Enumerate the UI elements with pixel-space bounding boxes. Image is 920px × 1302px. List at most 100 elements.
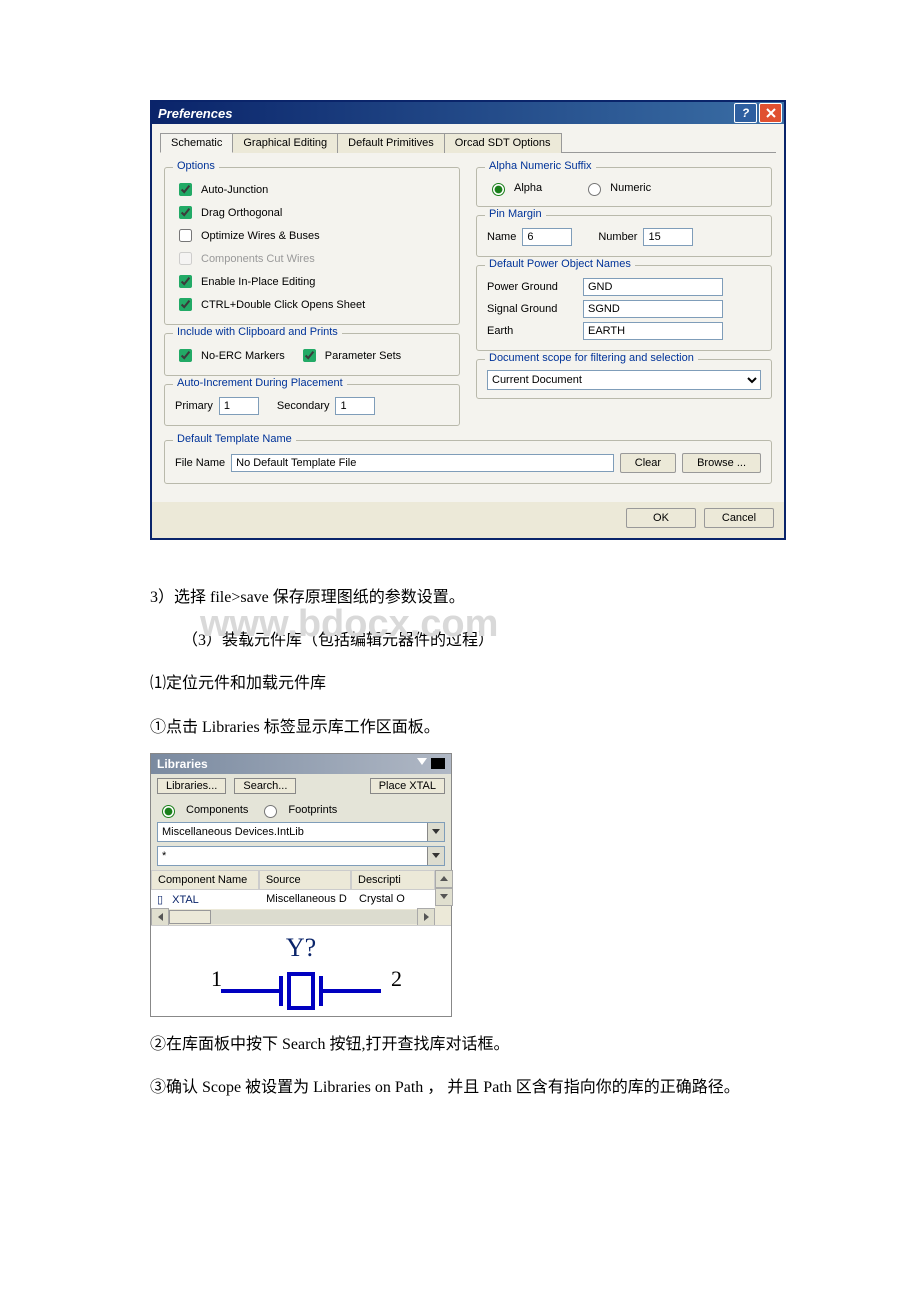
pin-margin-legend: Pin Margin <box>485 208 546 220</box>
libraries-titlebar[interactable]: Libraries <box>151 754 451 774</box>
group-pin-margin: Pin Margin Name Number <box>476 215 772 257</box>
pin-name-input[interactable] <box>522 228 572 246</box>
components-radio[interactable] <box>162 805 175 818</box>
filter-value: * <box>162 850 166 862</box>
earth-input[interactable] <box>583 322 723 340</box>
preview-pin1: 1 <box>211 966 222 991</box>
close-icon <box>766 108 776 118</box>
filename-input[interactable] <box>231 454 614 472</box>
place-button[interactable]: Place XTAL <box>370 778 445 794</box>
auto-junction-checkbox[interactable] <box>179 183 192 196</box>
footprints-radio[interactable] <box>264 805 277 818</box>
doc-line-1: 3）选择 file>save 保存原理图纸的参数设置。 <box>150 580 770 615</box>
doc-line-4: ①点击 Libraries 标签显示库工作区面板。 <box>150 710 770 745</box>
power-ground-input[interactable] <box>583 278 723 296</box>
vertical-scrollbar[interactable] <box>435 870 451 925</box>
group-alpha-numeric: Alpha Numeric Suffix Alpha Numeric <box>476 167 772 207</box>
param-sets-checkbox[interactable] <box>303 349 316 362</box>
tab-orcad-sdt-options[interactable]: Orcad SDT Options <box>444 133 562 153</box>
secondary-label: Secondary <box>277 400 330 412</box>
primary-input[interactable] <box>219 397 259 415</box>
pin-icon[interactable] <box>431 758 445 769</box>
ctrl-dblclick-checkbox[interactable] <box>179 298 192 311</box>
no-erc-label: No-ERC Markers <box>201 350 285 362</box>
components-cut-wires-label: Components Cut Wires <box>201 253 315 265</box>
chevron-down-icon[interactable] <box>427 823 444 841</box>
signal-ground-input[interactable] <box>583 300 723 318</box>
pin-name-label: Name <box>487 231 516 243</box>
horizontal-scrollbar[interactable] <box>151 909 435 925</box>
power-ground-label: Power Ground <box>487 281 577 293</box>
scroll-right-icon[interactable] <box>417 908 435 926</box>
options-legend: Options <box>173 160 219 172</box>
group-options: Options Auto-Junction Drag Orthogonal Op… <box>164 167 460 325</box>
dropdown-icon[interactable] <box>417 758 427 765</box>
filter-select[interactable]: * <box>157 846 445 866</box>
ok-button[interactable]: OK <box>626 508 696 528</box>
drag-orthogonal-checkbox[interactable] <box>179 206 192 219</box>
tab-schematic[interactable]: Schematic <box>160 133 233 153</box>
doc-line-2: （3）装载元件库（包括编辑元器件的过程） <box>150 623 770 658</box>
earth-label: Earth <box>487 325 577 337</box>
alpha-radio[interactable] <box>492 183 505 196</box>
library-select[interactable]: Miscellaneous Devices.IntLib <box>157 822 445 842</box>
ctrl-dblclick-label: CTRL+Double Click Opens Sheet <box>201 299 365 311</box>
no-erc-checkbox[interactable] <box>179 349 192 362</box>
alpha-label: Alpha <box>514 182 542 194</box>
list-item[interactable]: ▯ XTAL Miscellaneous D Crystal O <box>151 890 435 909</box>
col-source[interactable]: Source <box>259 870 351 890</box>
browse-button[interactable]: Browse ... <box>682 453 761 473</box>
row-name: XTAL <box>166 891 205 909</box>
doc-scope-legend: Document scope for filtering and selecti… <box>485 352 698 364</box>
preferences-dialog: Preferences ? Schematic Graphical Editin… <box>150 100 786 540</box>
footprints-label: Footprints <box>288 804 337 816</box>
row-source: Miscellaneous D <box>260 890 353 909</box>
doc-scope-select[interactable]: Current Document <box>487 370 761 390</box>
optimize-wires-label: Optimize Wires & Buses <box>201 230 320 242</box>
components-label: Components <box>186 804 248 816</box>
search-button[interactable]: Search... <box>234 778 296 794</box>
clipboard-legend: Include with Clipboard and Prints <box>173 326 342 338</box>
tab-graphical-editing[interactable]: Graphical Editing <box>232 133 338 153</box>
libraries-title: Libraries <box>157 757 208 771</box>
enable-inplace-checkbox[interactable] <box>179 275 192 288</box>
optimize-wires-checkbox[interactable] <box>179 229 192 242</box>
titlebar[interactable]: Preferences ? <box>152 102 784 124</box>
col-description[interactable]: Descripti <box>351 870 435 890</box>
group-auto-increment: Auto-Increment During Placement Primary … <box>164 384 460 426</box>
pin-number-label: Number <box>598 231 637 243</box>
components-cut-wires-checkbox <box>179 252 192 265</box>
signal-ground-label: Signal Ground <box>487 303 577 315</box>
power-names-legend: Default Power Object Names <box>485 258 635 270</box>
tabs: Schematic Graphical Editing Default Prim… <box>160 132 776 153</box>
template-legend: Default Template Name <box>173 433 296 445</box>
preview-pin2: 2 <box>391 966 402 991</box>
close-button[interactable] <box>759 103 782 123</box>
scroll-up-icon[interactable] <box>435 870 453 888</box>
numeric-radio[interactable] <box>588 183 601 196</box>
scroll-thumb[interactable] <box>169 910 211 924</box>
enable-inplace-label: Enable In-Place Editing <box>201 276 315 288</box>
scroll-left-icon[interactable] <box>151 908 169 926</box>
preview-designator: Y? <box>286 933 316 962</box>
auto-junction-label: Auto-Junction <box>201 184 268 196</box>
alpha-num-legend: Alpha Numeric Suffix <box>485 160 596 172</box>
libraries-button[interactable]: Libraries... <box>157 778 226 794</box>
cancel-button[interactable]: Cancel <box>704 508 774 528</box>
column-headers: Component Name Source Descripti <box>151 870 435 890</box>
col-component-name[interactable]: Component Name <box>151 870 259 890</box>
pin-number-input[interactable] <box>643 228 693 246</box>
filename-label: File Name <box>175 457 225 469</box>
dialog-title: Preferences <box>158 106 732 121</box>
crystal-symbol-icon: Y? 1 2 <box>151 926 451 1016</box>
library-select-value: Miscellaneous Devices.IntLib <box>162 826 304 838</box>
chevron-down-icon[interactable] <box>427 847 444 865</box>
help-button[interactable]: ? <box>734 103 757 123</box>
doc-line-5: ②在库面板中按下 Search 按钮,打开查找库对话框。 <box>150 1027 770 1062</box>
group-power-names: Default Power Object Names Power Ground … <box>476 265 772 351</box>
clear-button[interactable]: Clear <box>620 453 676 473</box>
row-desc: Crystal O <box>353 890 435 909</box>
scroll-down-icon[interactable] <box>435 888 453 906</box>
tab-default-primitives[interactable]: Default Primitives <box>337 133 445 153</box>
secondary-input[interactable] <box>335 397 375 415</box>
